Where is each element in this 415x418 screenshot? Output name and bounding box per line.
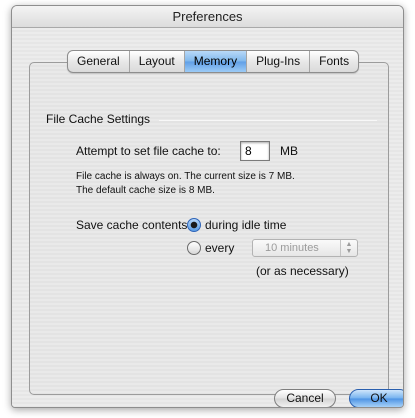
interval-popup[interactable]: 10 minutes ▲ ▼	[252, 239, 358, 257]
tab-memory[interactable]: Memory	[184, 51, 248, 72]
interval-popup-value: 10 minutes	[265, 242, 319, 254]
tab-general[interactable]: General	[68, 51, 130, 72]
cache-size-label: Attempt to set file cache to:	[76, 144, 221, 158]
tab-bar: General Layout Memory Plug-Ins Fonts	[67, 50, 360, 73]
radio-every[interactable]	[187, 241, 201, 255]
interval-note: (or as necessary)	[256, 264, 349, 278]
radio-idle-time-label[interactable]: during idle time	[205, 218, 286, 232]
save-cache-label: Save cache contents:	[76, 218, 191, 232]
window-body: General Layout Memory Plug-Ins Fonts Fil…	[12, 28, 403, 407]
radio-idle-time[interactable]	[187, 218, 201, 232]
radio-every-label[interactable]: every	[205, 241, 234, 255]
ok-button[interactable]: OK	[349, 389, 403, 407]
group-divider	[159, 120, 377, 121]
tab-fonts[interactable]: Fonts	[310, 51, 358, 72]
tab-layout[interactable]: Layout	[130, 51, 185, 72]
cache-info-current: File cache is always on. The current siz…	[76, 171, 295, 182]
cache-info-default: The default cache size is 8 MB.	[76, 185, 215, 196]
window-title: Preferences	[12, 6, 403, 28]
tab-plug-ins[interactable]: Plug-Ins	[247, 51, 311, 72]
cache-size-unit: MB	[280, 144, 298, 158]
preferences-window: Preferences General Layout Memory Plug-I…	[11, 5, 404, 408]
file-cache-group-label: File Cache Settings	[46, 112, 151, 126]
up-down-arrows-icon: ▲ ▼	[340, 240, 357, 256]
cancel-button[interactable]: Cancel	[274, 389, 336, 407]
cache-size-input[interactable]	[240, 141, 270, 161]
